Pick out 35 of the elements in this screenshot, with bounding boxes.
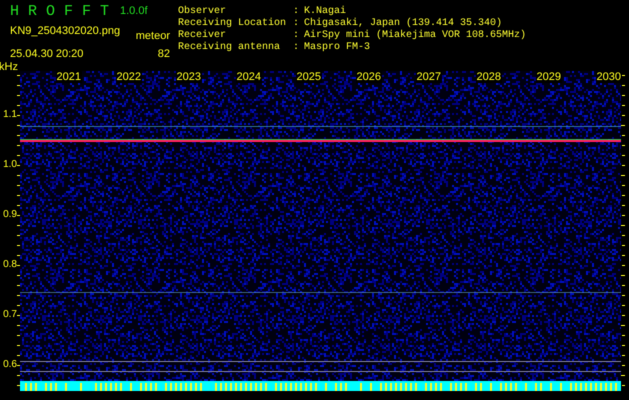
mode-label: meteor bbox=[134, 29, 170, 43]
axis-tick-label: 0.6 bbox=[2, 359, 17, 372]
axis-tick-label: 1.0 bbox=[2, 159, 17, 172]
filename-label: KN9_2504302020.png bbox=[10, 24, 120, 39]
axis-tick-label: 0.9 bbox=[2, 209, 17, 222]
info-separator: : bbox=[293, 6, 300, 18]
info-value: Maspro FM-3 bbox=[304, 42, 372, 54]
info-label: Receiving antenna bbox=[178, 42, 282, 54]
info-separator: : bbox=[293, 18, 300, 30]
year-label: 2028 bbox=[476, 71, 502, 83]
year-label: 2021 bbox=[56, 71, 82, 83]
info-value: AirSpy mini (Miakejima VOR 108.65MHz) bbox=[304, 30, 526, 42]
year-label: 2023 bbox=[176, 71, 202, 83]
info-label: Receiving Location bbox=[178, 18, 288, 30]
year-label: 2025 bbox=[296, 71, 322, 83]
timestamp-label: 25.04.30 20:20 bbox=[10, 47, 84, 61]
year-label: 2026 bbox=[356, 71, 382, 83]
version-label: 1.0.0f bbox=[120, 4, 149, 19]
info-separator: : bbox=[293, 30, 300, 42]
count-label: 82 bbox=[156, 47, 170, 61]
year-label: 2022 bbox=[116, 71, 142, 83]
axis-tick-label: 1.1 bbox=[2, 109, 17, 122]
info-separator: : bbox=[293, 42, 300, 54]
info-value: Chigasaki, Japan (139.414 35.340) bbox=[304, 18, 504, 30]
year-label: 2030 bbox=[596, 71, 622, 83]
app-title: H R O F F T bbox=[10, 4, 110, 20]
axis-tick-label: 0.7 bbox=[2, 309, 17, 322]
axis-unit-label: kHz bbox=[0, 61, 19, 73]
info-label: Receiver bbox=[178, 30, 228, 42]
year-label: 2027 bbox=[416, 71, 442, 83]
year-label: 2024 bbox=[236, 71, 262, 83]
info-value: K.Nagai bbox=[304, 6, 348, 18]
year-label: 2029 bbox=[536, 71, 562, 83]
info-label: Observer bbox=[178, 6, 228, 18]
axis-tick-label: 0.8 bbox=[2, 259, 17, 272]
